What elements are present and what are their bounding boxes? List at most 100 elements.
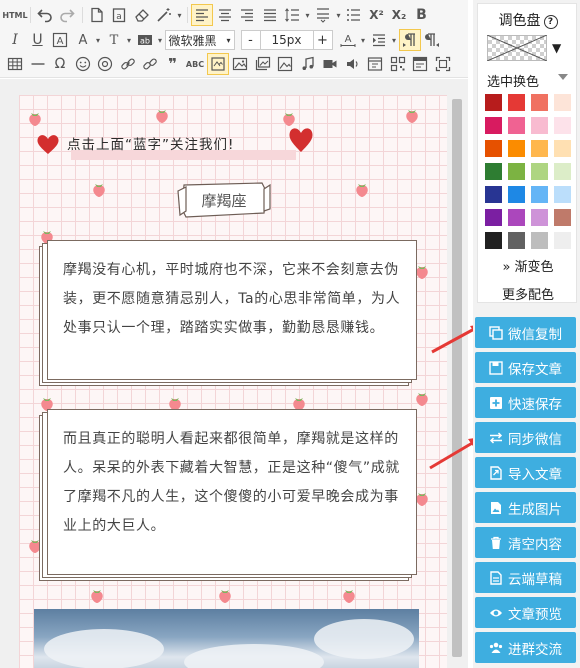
color-swatch[interactable] — [554, 232, 571, 249]
text-direction-button[interactable] — [398, 29, 421, 51]
line-height-dropdown[interactable]: ▾ — [304, 4, 312, 26]
horizontal-rule-button[interactable] — [27, 53, 49, 75]
music-button[interactable] — [297, 53, 319, 75]
color-swatch[interactable] — [554, 186, 571, 203]
font-family-select[interactable]: 微软雅黑 ▾ — [164, 30, 235, 50]
color-swatch[interactable] — [485, 117, 502, 134]
anchor-button[interactable] — [94, 53, 116, 75]
color-swatch[interactable] — [485, 209, 502, 226]
sky-photo[interactable] — [34, 609, 419, 668]
action-button[interactable]: 云端草稿 — [475, 562, 576, 593]
redo-button[interactable] — [56, 4, 78, 26]
paste-text-button[interactable]: a — [108, 4, 130, 26]
superscript-button[interactable]: X² — [366, 4, 388, 26]
audio-button[interactable] — [342, 53, 364, 75]
select-swap-color[interactable]: 选中换色 — [487, 71, 539, 90]
highlight-button[interactable]: ab — [134, 29, 156, 51]
color-swatch[interactable] — [531, 186, 548, 203]
action-button[interactable]: 清空内容 — [475, 527, 576, 558]
action-button[interactable]: 快速保存 — [475, 387, 576, 418]
undo-button[interactable] — [34, 4, 56, 26]
line-height-button[interactable] — [281, 4, 303, 26]
font-size-input[interactable]: 15px — [260, 30, 313, 50]
card-paragraph[interactable]: 而且真正的聪明人看起来都很简单，摩羯就是这样的人。呆呆的外表下藏着大智慧，正是这… — [47, 409, 417, 575]
bold-button[interactable]: B — [411, 4, 433, 26]
help-icon[interactable]: ? — [543, 15, 558, 29]
link-button[interactable] — [117, 53, 139, 75]
letter-spacing-dropdown[interactable]: ▾ — [359, 29, 367, 51]
format-brush-button[interactable] — [131, 4, 153, 26]
color-swatch[interactable] — [485, 163, 502, 180]
underline-button[interactable]: U — [27, 29, 49, 51]
html-source-button[interactable]: HTML — [2, 4, 27, 26]
text-border-button[interactable]: A — [49, 29, 71, 51]
blockquote-button[interactable]: ❞ — [162, 53, 184, 75]
magic-format-button[interactable] — [153, 4, 175, 26]
image-library-button[interactable] — [274, 53, 296, 75]
color-swatch[interactable] — [508, 117, 525, 134]
action-button[interactable]: 保存文章 — [475, 352, 576, 383]
color-swatch[interactable] — [485, 186, 502, 203]
color-swatch[interactable] — [554, 209, 571, 226]
align-justify-button[interactable] — [259, 4, 281, 26]
action-button[interactable]: 文章预览 — [475, 597, 576, 628]
mini-program-button[interactable] — [364, 53, 386, 75]
color-swatch[interactable] — [554, 117, 571, 134]
color-swatch[interactable] — [531, 94, 548, 111]
font-size-decrease-button[interactable]: - — [240, 30, 261, 50]
highlight-dropdown[interactable]: ▾ — [156, 29, 164, 51]
color-swatch[interactable] — [531, 232, 548, 249]
gradient-color-link[interactable]: » 渐变色 — [478, 256, 578, 275]
action-button[interactable]: 导入文章 — [475, 457, 576, 488]
color-swatch[interactable] — [508, 209, 525, 226]
list-button[interactable] — [343, 4, 365, 26]
color-swatch[interactable] — [554, 140, 571, 157]
bg-color-dropdown[interactable]: ▾ — [125, 29, 133, 51]
more-colors-link[interactable]: 更多配色 — [478, 284, 578, 303]
color-swatch[interactable] — [485, 94, 502, 111]
color-swatch[interactable] — [531, 209, 548, 226]
editor-scrollbar-thumb[interactable] — [452, 99, 462, 657]
letter-spacing-button[interactable]: A — [337, 29, 359, 51]
image-button[interactable] — [229, 53, 251, 75]
action-button[interactable]: 生成图片 — [475, 492, 576, 523]
align-left-button[interactable] — [191, 4, 213, 26]
align-right-button[interactable] — [236, 4, 258, 26]
font-color-button[interactable]: A — [72, 29, 94, 51]
magic-format-dropdown[interactable]: ▾ — [176, 4, 184, 26]
paragraph-spacing-button[interactable] — [312, 4, 334, 26]
indent-button[interactable] — [368, 29, 390, 51]
emoji-button[interactable] — [72, 53, 94, 75]
color-swatch[interactable] — [508, 232, 525, 249]
color-swatch[interactable] — [531, 163, 548, 180]
color-swatch[interactable] — [485, 140, 502, 157]
color-swatch[interactable] — [531, 117, 548, 134]
spellcheck-button[interactable]: ABC — [184, 53, 206, 75]
paragraph-spacing-dropdown[interactable]: ▾ — [335, 4, 343, 26]
template-button[interactable] — [409, 53, 431, 75]
card-paragraph[interactable]: 摩羯没有心机，平时城府也不深，它来不会刻意去伪装，更不愿随意猜忌别人，Ta的心思… — [47, 240, 417, 380]
action-button[interactable]: 微信复制 — [475, 317, 576, 348]
chevron-down-icon[interactable] — [558, 74, 568, 80]
indent-dropdown[interactable]: ▾ — [390, 29, 398, 51]
article-canvas[interactable]: 点击上面“蓝字”关注我们! 摩羯座 摩羯没有心机，平时城府也不深，它来不会刻意去… — [19, 95, 447, 668]
action-button[interactable]: 同步微信 — [475, 422, 576, 453]
color-swatch[interactable] — [485, 232, 502, 249]
color-swatch[interactable] — [508, 163, 525, 180]
insert-image-button[interactable] — [206, 53, 229, 75]
color-swatch[interactable] — [554, 163, 571, 180]
video-button[interactable] — [319, 53, 341, 75]
subscript-button[interactable]: X₂ — [388, 4, 410, 26]
color-swatch[interactable] — [508, 140, 525, 157]
unlink-button[interactable] — [139, 53, 161, 75]
color-swatch[interactable] — [508, 94, 525, 111]
color-dropdown-arrow-icon[interactable]: ▼ — [552, 41, 561, 55]
italic-button[interactable]: I — [4, 29, 26, 51]
bg-color-button[interactable]: T — [103, 29, 125, 51]
new-doc-button[interactable] — [86, 4, 108, 26]
align-center-button[interactable] — [214, 4, 236, 26]
rtl-direction-button[interactable] — [421, 29, 443, 51]
qrcode-button[interactable] — [387, 53, 409, 75]
font-size-increase-button[interactable]: + — [312, 30, 333, 50]
color-swatch[interactable] — [508, 186, 525, 203]
